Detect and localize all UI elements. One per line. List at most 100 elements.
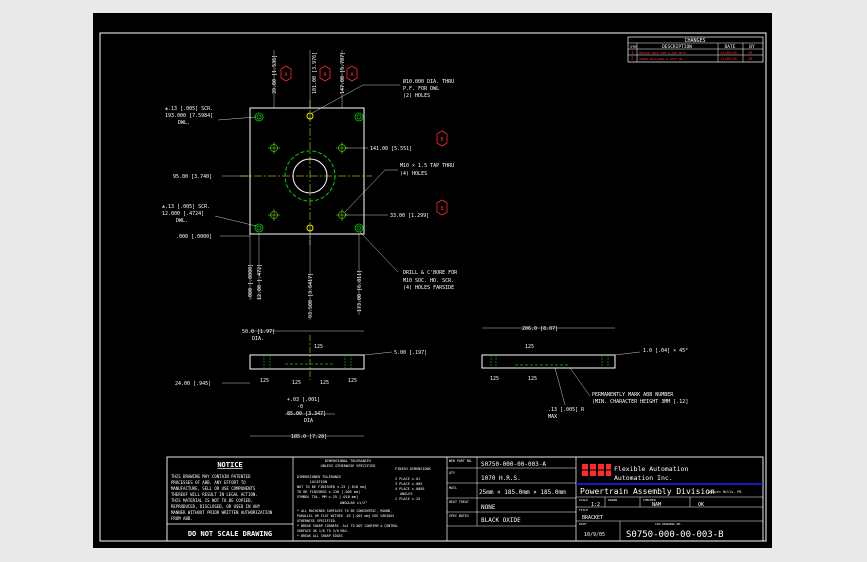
front-plate bbox=[249, 354, 365, 370]
scale-value: 1:2 bbox=[591, 502, 600, 508]
balloon-a-1: A bbox=[280, 65, 292, 82]
changes-row1-by: JR bbox=[748, 51, 753, 55]
scr2-1: ±.13 [.005] SCR. bbox=[162, 204, 210, 210]
balloon-b-1: B bbox=[436, 130, 448, 147]
cad-viewport[interactable]: CHANGES SYM DESCRIPTION DATE BY 1 REVISE… bbox=[93, 13, 772, 548]
side-rad-1: .13 [.005] R bbox=[548, 407, 585, 413]
label-drawn: DRAWN bbox=[608, 498, 617, 502]
svg-text:A: A bbox=[323, 72, 326, 78]
tap-note-1: M10 × 1.5 TAP THRU bbox=[400, 163, 454, 169]
notes-line-3: OTHERWISE SPECIFIED. bbox=[297, 519, 337, 523]
side-rad-2: MAX bbox=[548, 414, 557, 420]
side-dim-206: 206.0 [8.07] bbox=[522, 326, 558, 332]
front-s125-e: 125 bbox=[348, 378, 357, 384]
balloon-a-2: A bbox=[319, 65, 331, 82]
side-s125-a: 125 bbox=[525, 344, 534, 350]
svg-text:B: B bbox=[440, 137, 443, 143]
side-mark-2: (MIN. CHARACTER HEIGHT 3MM [.12] bbox=[592, 399, 688, 405]
checked-value: OK bbox=[698, 502, 704, 508]
label-part-no: WEB PART NO. bbox=[449, 459, 473, 463]
note-hole-1: Ø10.000 DIA. THRU bbox=[403, 78, 454, 85]
changes-header-desc: DESCRIPTION bbox=[662, 44, 692, 50]
front-dim-h: 24.00 [.945] bbox=[175, 381, 211, 387]
notice-line-8: FROM ABB. bbox=[171, 516, 193, 521]
front-dim-85b: DIA bbox=[304, 418, 313, 424]
front-s125-c: 125 bbox=[292, 380, 301, 386]
dim-141: 141.00 [5.551] bbox=[370, 146, 412, 152]
changes-table: CHANGES SYM DESCRIPTION DATE BY 1 REVISE… bbox=[627, 36, 764, 63]
company-line-2: Automation Inc. bbox=[614, 474, 673, 482]
front-view: 50.0 [1.97] DIA. 5.00 [.197] 24.00 [.945… bbox=[175, 329, 427, 440]
balloon-a-3: A bbox=[346, 65, 358, 82]
label-qty: QTY bbox=[449, 471, 455, 475]
dwg-no: S0750-000-00-003-B bbox=[626, 530, 724, 540]
dim-v-left: 39.00 [1.536] bbox=[272, 55, 278, 94]
vb-3: 93.500 [3.6417] bbox=[308, 273, 314, 318]
notice-line-3: MANUFACTURE, SELL OR USE COMPONENTS bbox=[171, 486, 256, 491]
top-view: 39.00 [1.536] 101.00 [3.976] 147.00 [5.7… bbox=[162, 50, 458, 320]
changes-row1-desc: REVISE HOLE DIM & ADD NOTE bbox=[639, 51, 686, 55]
notes-line-2: PARALLEL OR FLAT WITHIN .03 [.001 mm] US… bbox=[297, 514, 394, 518]
tol-head-1: DIMENSIONAL TOLERANCES bbox=[325, 459, 371, 463]
notes-line-1: * ALL MACHINED SURFACES TO BE CONCENTRIC… bbox=[297, 509, 392, 513]
size: 25mm × 185.0mm × 185.0mm bbox=[479, 489, 566, 496]
drill-1: DRILL & C'BORE FOR bbox=[403, 270, 458, 276]
material: 1070 H.R.S. bbox=[481, 475, 521, 482]
label-title: TITLE bbox=[579, 508, 588, 512]
changes-header-by: BY bbox=[749, 44, 755, 50]
dim-000: .000 [.0000] bbox=[176, 234, 212, 240]
front-dim-185: 185.0 [7.28] bbox=[291, 434, 327, 440]
finish-line-4: ANGLES bbox=[400, 492, 413, 496]
vb-1: .000 [.0000] bbox=[248, 264, 254, 300]
abb-logo bbox=[582, 464, 611, 476]
tol-line-5: SYMBOL TOL. MM ±.25 [.010 mm] bbox=[297, 495, 358, 499]
side-s125-c: 125 bbox=[528, 376, 537, 382]
date-value: 10/9/05 bbox=[584, 532, 605, 538]
dim-95: 95.00 [3.740] bbox=[173, 174, 212, 180]
finish-line-5: 2 PLACE ±.25 bbox=[395, 497, 420, 501]
tol-line-2: LOCATION bbox=[310, 480, 327, 484]
drill-3: (4) HOLES FARSIDE bbox=[403, 285, 454, 291]
location: Auburn Hills, MI bbox=[708, 490, 742, 494]
scr2-2: 12.000 [.4724] bbox=[162, 211, 204, 217]
balloon-b-2: B bbox=[436, 199, 448, 216]
drill-2: M10 SOC. HD. SCR. bbox=[403, 278, 454, 284]
front-tol-1: +.03 [.001] bbox=[287, 397, 320, 403]
vb-2: 12.00 [.472] bbox=[257, 264, 263, 300]
side-plate bbox=[481, 354, 616, 369]
svg-text:B: B bbox=[440, 206, 443, 212]
notes-line-6: * BREAK ALL SHARP EDGES bbox=[297, 534, 343, 538]
front-s125-a: 125 bbox=[314, 344, 323, 350]
scr2-3: DWL. bbox=[176, 218, 188, 224]
svg-text:A: A bbox=[284, 72, 287, 78]
notice-line-4: THEREOF WILL RESULT IN LEGAL ACTION. bbox=[171, 492, 258, 497]
label-dwg-no: CAD DRAWING NO. bbox=[655, 522, 682, 526]
division: Powertrain Assembly Division bbox=[580, 487, 715, 496]
drawing-sheet: CHANGES SYM DESCRIPTION DATE BY 1 REVISE… bbox=[99, 32, 767, 542]
bolt-scr-3: DWL. bbox=[178, 120, 190, 126]
notice-line-5: THIS MATERIAL IS NOT TO BE COPIED, bbox=[171, 498, 253, 503]
side-view: 206.0 [8.07] 1.0 [.04] × 45° 125 125 125… bbox=[481, 326, 688, 420]
changes-title: CHANGES bbox=[684, 38, 705, 44]
changes-row2-sym: 2 bbox=[631, 56, 634, 61]
note-hole-2: P.F. FOR DWL bbox=[403, 86, 439, 92]
front-tol-2: -0 bbox=[297, 404, 303, 410]
finish-head: FINISH DIMENSIONS bbox=[395, 467, 431, 471]
front-dim-t: 5.00 [.197] bbox=[394, 350, 427, 356]
notes-line-4: * BREAK SHARP CORNERS .5x1 TO NOT CONFIR… bbox=[297, 524, 398, 528]
changes-row2-desc: ADDED BALLOONS & TEXT ON bbox=[639, 57, 683, 61]
finish-line-3: 4 PLACE ±.0005 bbox=[395, 487, 425, 491]
notes-line-5: SURFACE OK 1/8 TO 3/8 MAX. bbox=[297, 529, 349, 533]
notice-title: NOTICE bbox=[217, 461, 242, 469]
notice-line-6: REPRODUCED, DISCLOSED, OR USED IN ANY bbox=[171, 504, 261, 509]
label-scale: SCALE bbox=[579, 498, 588, 502]
tap-note-2: (4) HOLES bbox=[400, 171, 427, 177]
side-chamfer: 1.0 [.04] × 45° bbox=[643, 348, 688, 354]
tol-line-6: ANGULAR ±1/2° bbox=[340, 501, 367, 505]
side-s125-b: 125 bbox=[490, 376, 499, 382]
changes-header-date: DATE bbox=[725, 44, 736, 50]
changes-header-sym: SYM bbox=[630, 45, 636, 49]
front-s125-b: 125 bbox=[260, 378, 269, 384]
svg-text:A: A bbox=[350, 72, 353, 78]
part-no: S0750-000-00-003-A bbox=[481, 461, 546, 468]
